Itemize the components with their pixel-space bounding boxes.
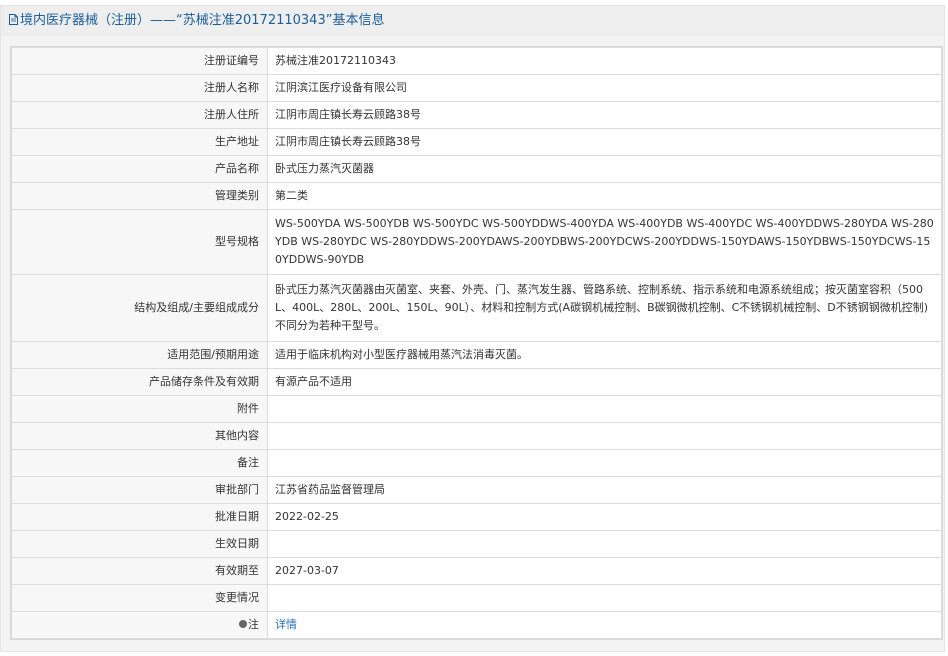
row-label: 注册人住所 (11, 101, 268, 129)
row-label: 管理类别 (11, 182, 268, 210)
table-row: 产品名称 卧式压力蒸汽灭菌器 (11, 155, 942, 183)
row-value (267, 584, 942, 612)
row-value: 卧式压力蒸汽灭菌器由灭菌室、夹套、外壳、门、蒸汽发生器、管路系统、控制系统、指示… (267, 274, 942, 342)
row-value: 有源产品不适用 (267, 368, 942, 396)
row-label: 有效期至 (11, 557, 268, 585)
row-label: 适用范围/预期用途 (11, 341, 268, 369)
page-title: 境内医疗器械（注册）——“苏械注准20172110343”基本信息 (1, 6, 944, 36)
table-row: 生效日期 (11, 530, 942, 558)
details-link[interactable]: 详情 (275, 618, 297, 631)
page-container: 境内医疗器械（注册）——“苏械注准20172110343”基本信息 注册证编号苏… (0, 5, 945, 652)
row-label: 生效日期 (11, 530, 268, 558)
table-row: 注册人住所 江阴市周庄镇长寿云顾路38号 (11, 101, 942, 129)
row-label: 产品名称 (11, 155, 268, 183)
table-row: 适用范围/预期用途 适用于临床机构对小型医疗器械用蒸汽法消毒灭菌。 (11, 341, 942, 369)
row-value: 江阴市周庄镇长寿云顾路38号 (267, 128, 942, 156)
row-value (267, 422, 942, 450)
row-label: 变更情况 (11, 584, 268, 612)
note-label-cell: 注 (11, 611, 268, 639)
document-icon (9, 14, 18, 25)
table-row: 生产地址 江阴市周庄镇长寿云顾路38号 (11, 128, 942, 156)
row-label: 结构及组成/主要组成成分 (11, 274, 268, 342)
row-value: 适用于临床机构对小型医疗器械用蒸汽法消毒灭菌。 (267, 341, 942, 369)
row-value: 卧式压力蒸汽灭菌器 (267, 155, 942, 183)
table-row: 备注 (11, 449, 942, 477)
row-label: 批准日期 (11, 503, 268, 531)
info-table: 注册证编号 苏械注准20172110343 注册人名称 江阴滨江医疗设备有限公司 注… (10, 46, 943, 640)
row-value: 江阴市周庄镇长寿云顾路38号 (267, 101, 942, 129)
row-value (267, 449, 942, 477)
page-title-text: 境内医疗器械（注册）——“苏械注准20172110343”基本信息 (20, 13, 385, 28)
row-label: 注册证编号 (11, 47, 268, 75)
row-label: 产品储存条件及有效期 (11, 368, 268, 396)
note-value-cell: 详情 (267, 611, 942, 639)
row-label: 型号规格 (11, 209, 268, 275)
table-row: 批准日期 2022-02-25 (11, 503, 942, 531)
row-value: 苏械注准20172110343 (267, 47, 942, 75)
row-label: 生产地址 (11, 128, 268, 156)
table-row: 管理类别 第二类 (11, 182, 942, 210)
table-row: 有效期至 2027-03-07 (11, 557, 942, 585)
row-label: 备注 (11, 449, 268, 477)
row-label: 其他内容 (11, 422, 268, 450)
row-value (267, 395, 942, 423)
row-value: 2022-02-25 (267, 503, 942, 531)
table-row: 附件 (11, 395, 942, 423)
row-value: WS-500YDA WS-500YDB WS-500YDC WS-500YDDW… (267, 209, 942, 275)
row-value: 江阴滨江医疗设备有限公司 (267, 74, 942, 102)
table-row: 其他内容 (11, 422, 942, 450)
row-value: 2027-03-07 (267, 557, 942, 585)
note-row: 注 详情 (11, 611, 942, 639)
pin-icon (239, 620, 247, 628)
table-row: 变更情况 (11, 584, 942, 612)
table-row: 型号规格 WS-500YDA WS-500YDB WS-500YDC WS-500… (11, 209, 942, 275)
row-value: 江苏省药品监督管理局 (267, 476, 942, 504)
row-value (267, 530, 942, 558)
table-row: 审批部门 江苏省药品监督管理局 (11, 476, 942, 504)
row-label: 附件 (11, 395, 268, 423)
table-row: 产品储存条件及有效期 有源产品不适用 (11, 368, 942, 396)
table-row: 注册证编号 苏械注准20172110343 (11, 47, 942, 75)
note-label: 注 (248, 618, 259, 631)
table-row: 注册人名称 江阴滨江医疗设备有限公司 (11, 74, 942, 102)
row-value: 第二类 (267, 182, 942, 210)
table-row: 结构及组成/主要组成成分 卧式压力蒸汽灭菌器由灭菌室、夹套、外壳、门、蒸汽发生器、… (11, 274, 942, 342)
row-label: 审批部门 (11, 476, 268, 504)
row-label: 注册人名称 (11, 74, 268, 102)
